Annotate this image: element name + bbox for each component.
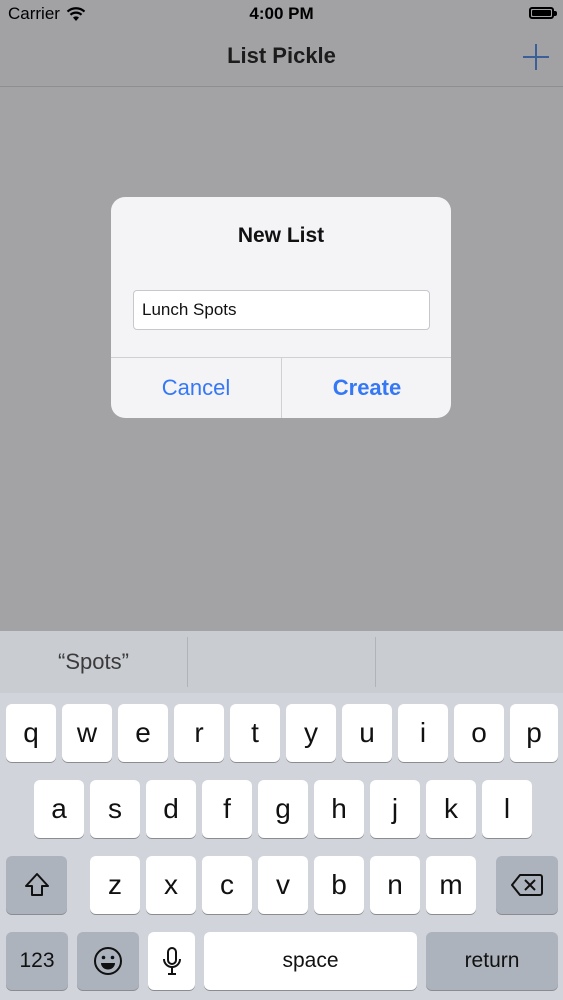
key-b[interactable]: b <box>314 856 364 914</box>
key-w[interactable]: w <box>62 704 112 762</box>
key-h[interactable]: h <box>314 780 364 838</box>
dictation-key[interactable] <box>148 932 195 990</box>
battery-icon <box>529 7 557 19</box>
key-e[interactable]: e <box>118 704 168 762</box>
key-l[interactable]: l <box>482 780 532 838</box>
key-u[interactable]: u <box>342 704 392 762</box>
emoji-icon <box>94 947 122 975</box>
keyboard: q w e r t y u i o p a s d f g h j k l z … <box>0 693 563 1000</box>
shift-icon <box>24 873 49 896</box>
create-button[interactable]: Create <box>282 358 451 418</box>
navigation-bar: List Pickle <box>0 30 563 87</box>
predictive-bar: “Spots” <box>0 631 563 693</box>
alert-title: New List <box>237 224 325 247</box>
cancel-button[interactable]: Cancel <box>111 358 281 418</box>
key-n[interactable]: n <box>370 856 420 914</box>
key-v[interactable]: v <box>258 856 308 914</box>
backspace-icon <box>511 874 543 896</box>
key-r[interactable]: r <box>174 704 224 762</box>
numbers-key[interactable]: 123 <box>6 932 68 990</box>
suggestion-2[interactable] <box>188 631 375 693</box>
key-x[interactable]: x <box>146 856 196 914</box>
key-y[interactable]: y <box>286 704 336 762</box>
key-c[interactable]: c <box>202 856 252 914</box>
key-d[interactable]: d <box>146 780 196 838</box>
key-q[interactable]: q <box>6 704 56 762</box>
key-z[interactable]: z <box>90 856 140 914</box>
key-k[interactable]: k <box>426 780 476 838</box>
suggestion-3[interactable] <box>376 631 563 693</box>
microphone-icon <box>162 947 181 975</box>
status-bar: Carrier 4:00 PM <box>0 0 563 30</box>
key-f[interactable]: f <box>202 780 252 838</box>
key-t[interactable]: t <box>230 704 280 762</box>
key-p[interactable]: p <box>510 704 558 762</box>
key-o[interactable]: o <box>454 704 504 762</box>
clock: 4:00 PM <box>249 4 314 23</box>
plus-icon[interactable] <box>523 44 549 70</box>
shift-key[interactable] <box>6 856 67 914</box>
space-key[interactable]: space <box>204 932 417 990</box>
list-name-input[interactable]: Lunch Spots <box>133 290 430 330</box>
key-a[interactable]: a <box>34 780 84 838</box>
page-title: List Pickle <box>227 43 336 68</box>
emoji-key[interactable] <box>77 932 139 990</box>
key-g[interactable]: g <box>258 780 308 838</box>
key-i[interactable]: i <box>398 704 448 762</box>
key-j[interactable]: j <box>370 780 420 838</box>
key-s[interactable]: s <box>90 780 140 838</box>
new-list-alert: New List Lunch Spots Cancel Create <box>111 197 451 418</box>
return-key[interactable]: return <box>426 932 558 990</box>
suggestion-1[interactable]: “Spots” <box>0 631 187 693</box>
delete-key[interactable] <box>496 856 558 914</box>
key-m[interactable]: m <box>426 856 476 914</box>
